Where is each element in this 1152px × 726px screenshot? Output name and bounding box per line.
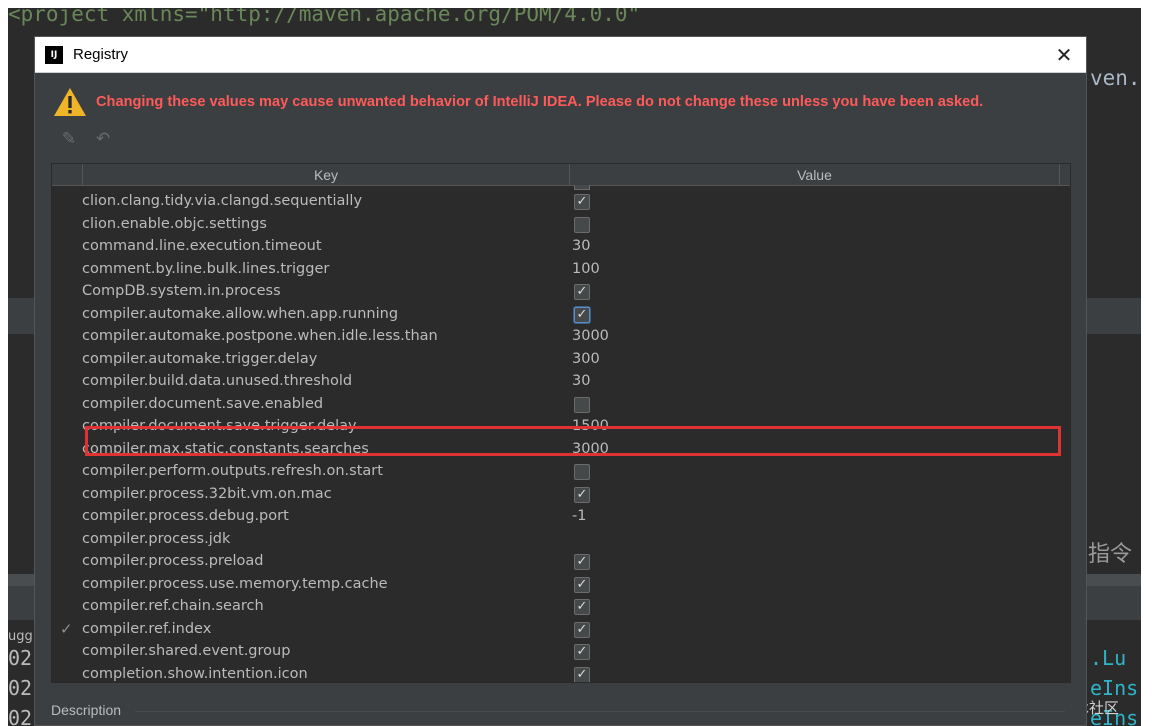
description-divider (135, 711, 1065, 712)
table-row[interactable]: compiler.build.data.unused.threshold 30 (52, 371, 1060, 394)
editor-fragment: ven. (1090, 66, 1141, 90)
row-key: compiler.automake.allow.when.app.running (82, 305, 399, 322)
row-key: compiler.process.32bit.vm.on.mac (82, 485, 332, 502)
warning-message: Changing these values may cause unwanted… (96, 94, 984, 110)
table-row[interactable]: completion.show.intention.icon ✓ (52, 664, 1060, 682)
row-key: CompDB.system.in.process (82, 283, 281, 299)
value-checkbox[interactable]: ✓ (574, 554, 590, 570)
table-row[interactable]: compiler.process.debug.port -1 (52, 506, 1060, 529)
row-key: compiler.process.use.memory.temp.cache (82, 575, 388, 592)
table-row[interactable]: compiler.ref.chain.search ✓ (52, 596, 1060, 619)
table-row[interactable]: compiler.process.32bit.vm.on.mac ✓ (52, 484, 1060, 507)
row-key: comment.by.line.bulk.lines.trigger (82, 260, 330, 277)
table-row[interactable]: compiler.process.preload ✓ (52, 551, 1060, 574)
clipped-checkbox (574, 185, 590, 190)
table-row[interactable]: comment.by.line.bulk.lines.trigger 100 (52, 259, 1060, 282)
value-checkbox[interactable]: ✓ (574, 284, 590, 300)
revert-icon[interactable]: ↶ (93, 129, 113, 149)
row-key: compiler.process.jdk (82, 530, 231, 547)
description-label: Description (51, 702, 122, 718)
value-field[interactable]: 300 (572, 351, 600, 367)
console-line-right: .Lu (1090, 646, 1127, 670)
table-row[interactable]: compiler.perform.outputs.refresh.on.star… (52, 461, 1060, 484)
table-row[interactable]: compiler.automake.allow.when.app.running… (52, 304, 1060, 327)
row-key: compiler.process.debug.port (82, 508, 289, 524)
editor-code-line: <project xmlns="http://maven.apache.org/… (8, 8, 641, 26)
row-key: compiler.document.save.trigger.delay (82, 418, 357, 434)
ide-side-fragment: ugg (8, 629, 33, 644)
value-checkbox[interactable]: ✓ (574, 599, 590, 615)
dialog-titlebar[interactable]: IJ Registry ✕ (35, 37, 1086, 73)
column-header-key[interactable]: Key (82, 164, 570, 186)
value-checkbox[interactable]: ✓ (574, 486, 590, 503)
ide-chinese-fragment: 指令 (1088, 542, 1133, 567)
row-key: command.line.execution.timeout (82, 238, 322, 254)
value-checkbox[interactable] (574, 216, 590, 233)
value-checkbox[interactable] (574, 464, 590, 480)
row-key: clion.clang.tidy.via.clangd.sequentially (82, 193, 363, 209)
value-checkbox[interactable] (574, 396, 590, 413)
console-line: 02 (8, 676, 33, 700)
table-row[interactable]: compiler.process.jdk (52, 529, 1060, 552)
table-row[interactable]: compiler.automake.postpone.when.idle.les… (52, 326, 1060, 349)
row-key: compiler.max.static.constants.searches (82, 440, 369, 457)
table-row[interactable]: command.line.execution.timeout 30 (52, 236, 1060, 259)
value-checkbox[interactable]: ✓ (574, 644, 590, 660)
table-row[interactable]: compiler.max.static.constants.searches 30… (52, 439, 1060, 462)
row-key: compiler.perform.outputs.refresh.on.star… (82, 463, 383, 479)
table-row[interactable]: CompDB.system.in.process ✓ (52, 281, 1060, 304)
table-row[interactable]: ✓ compiler.ref.index ✓ (52, 619, 1060, 642)
edit-icon[interactable]: ✎ (59, 129, 79, 149)
registry-table[interactable]: Key Value clion.clang.tidy.via.clangd.se… (51, 163, 1071, 683)
value-field[interactable]: 3000 (572, 328, 609, 344)
table-row[interactable]: clion.clang.tidy.via.clangd.sequentially… (52, 191, 1060, 214)
value-field[interactable]: 3000 (572, 441, 609, 457)
table-row[interactable]: compiler.document.save.trigger.delay 1500 (52, 416, 1060, 439)
row-key: completion.show.intention.icon (82, 665, 308, 682)
registry-toolbar: ✎ ↶ (59, 129, 113, 149)
row-key: clion.enable.objc.settings (82, 215, 267, 232)
row-key: compiler.ref.index (82, 620, 212, 637)
console-line: 02 (8, 706, 33, 726)
table-row[interactable]: clion.enable.objc.settings (52, 214, 1060, 237)
table-header: Key Value (52, 164, 1070, 186)
value-checkbox[interactable]: ✓ (574, 621, 590, 638)
value-field[interactable]: -1 (572, 508, 586, 524)
table-row[interactable]: compiler.automake.trigger.delay 300 (52, 349, 1060, 372)
row-key: compiler.automake.postpone.when.idle.les… (82, 328, 438, 344)
row-key: compiler.document.save.enabled (82, 395, 324, 412)
value-field[interactable]: 30 (572, 238, 590, 254)
value-checkbox[interactable]: ✓ (574, 666, 590, 682)
table-row[interactable]: compiler.process.use.memory.temp.cache ✓ (52, 574, 1060, 597)
row-key: compiler.shared.event.group (82, 643, 291, 659)
row-key: compiler.process.preload (82, 553, 264, 569)
table-body: clion.clang.tidy.via.clangd.sequentially… (52, 191, 1060, 682)
value-field[interactable]: 30 (572, 373, 590, 389)
table-row[interactable]: compiler.shared.event.group ✓ (52, 641, 1060, 664)
table-row[interactable]: compiler.document.save.enabled (52, 394, 1060, 417)
registry-dialog: IJ Registry ✕ Changing these values may … (34, 36, 1087, 726)
value-field[interactable]: 100 (572, 261, 600, 277)
column-header-value[interactable]: Value (570, 164, 1060, 186)
value-checkbox[interactable]: ✓ (574, 306, 590, 323)
value-checkbox[interactable]: ✓ (574, 194, 590, 210)
row-key: compiler.ref.chain.search (82, 598, 264, 614)
dialog-title: Registry (73, 46, 129, 63)
value-field[interactable]: 1500 (572, 418, 609, 434)
row-key: compiler.build.data.unused.threshold (82, 373, 353, 389)
value-checkbox[interactable]: ✓ (574, 576, 590, 593)
row-modified-marker-icon: ✓ (60, 619, 73, 638)
close-button[interactable]: ✕ (1052, 43, 1076, 67)
row-key: compiler.automake.trigger.delay (82, 350, 318, 367)
warning-banner: Changing these values may cause unwanted… (53, 87, 983, 117)
warning-icon (54, 88, 86, 116)
intellij-logo-icon: IJ (45, 45, 63, 64)
console-line: 02 (8, 646, 33, 670)
